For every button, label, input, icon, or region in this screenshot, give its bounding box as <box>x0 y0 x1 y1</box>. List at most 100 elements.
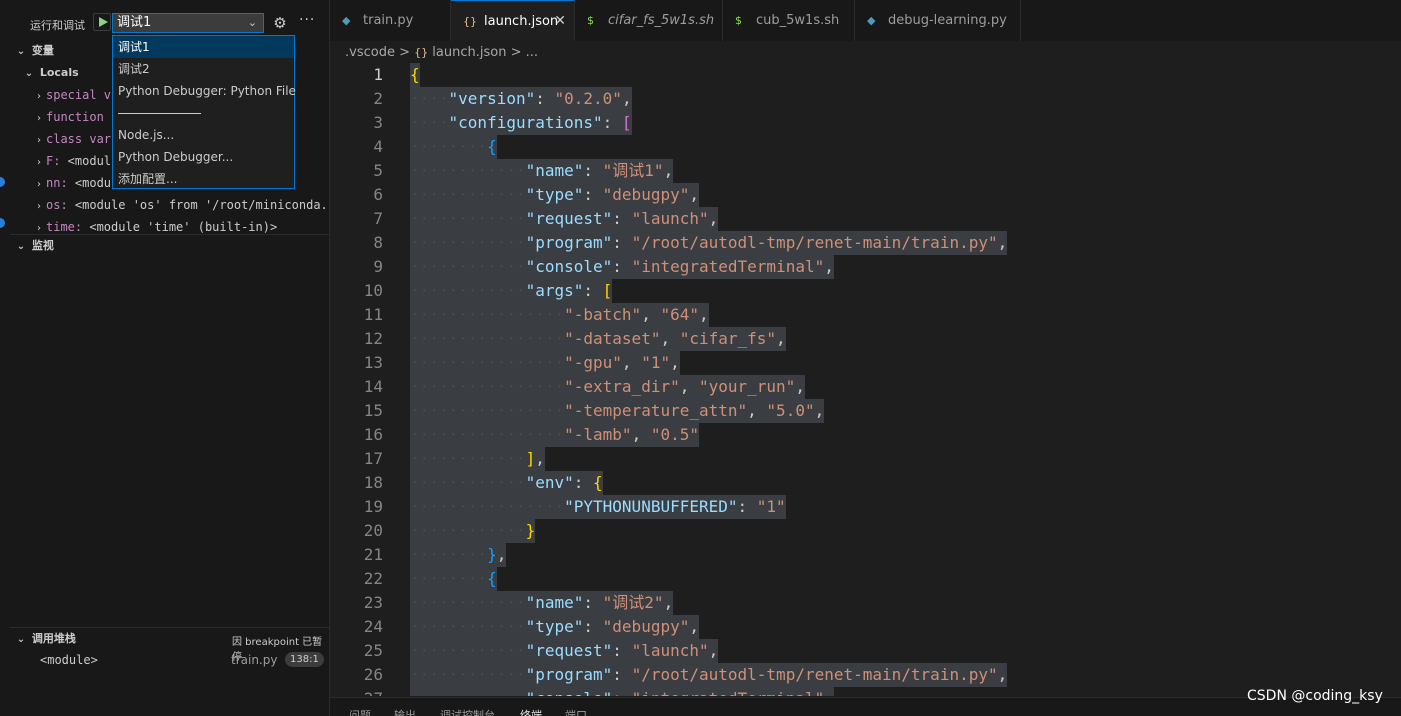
locals-scope[interactable]: ⌄ Locals <box>10 62 79 84</box>
code-line[interactable]: 16 ················"-lamb", "0.5" <box>330 423 1401 447</box>
code-text: ············"type": "debugpy", <box>410 615 699 639</box>
whitespace-marker: ············ <box>410 233 526 252</box>
code-line[interactable]: 1{ <box>330 63 1401 87</box>
breadcrumb-symbol[interactable]: ... <box>526 45 538 60</box>
dropdown-option-debug1[interactable]: 调试1 <box>113 36 294 58</box>
code-line[interactable]: 9 ············"console": "integratedTermi… <box>330 255 1401 279</box>
dropdown-option-debug2[interactable]: 调试2 <box>113 58 294 80</box>
tab-cifar-fs-sh[interactable]: $ cifar_fs_5w1s.sh <box>575 0 723 41</box>
code-token: "name" <box>525 593 584 612</box>
code-line[interactable]: 19 ················"PYTHONUNBUFFERED": "1… <box>330 495 1401 519</box>
code-line[interactable]: 14 ················"-extra_dir", "your_ru… <box>330 375 1401 399</box>
code-line[interactable]: 24 ············"type": "debugpy", <box>330 615 1401 639</box>
dropdown-option-python-file[interactable]: Python Debugger: Python File <box>113 80 296 102</box>
more-actions-icon[interactable]: ··· <box>299 12 315 28</box>
variable-row[interactable]: › os: <module 'os' from '/root/minicondа.… <box>10 194 330 216</box>
tab-debug-learning-py[interactable]: ◆ debug-learning.py <box>855 0 1021 41</box>
panel-tab-debug-console[interactable]: 调试控制台 <box>440 707 495 716</box>
code-token: : <box>612 665 632 684</box>
start-debugging-button[interactable] <box>93 13 111 31</box>
stack-frame-name[interactable]: <module> <box>40 653 98 667</box>
code-line[interactable]: 17 ············], <box>330 447 1401 471</box>
code-token: "-batch" <box>564 305 642 324</box>
variables-section-header[interactable]: ⌄ 变量 <box>10 40 54 62</box>
line-number: 22 <box>363 569 383 588</box>
breadcrumb-folder[interactable]: .vscode <box>345 45 395 60</box>
code-token: , <box>679 377 699 396</box>
code-token: : <box>602 113 622 132</box>
line-number: 24 <box>363 617 383 636</box>
code-token: , <box>641 305 661 324</box>
tab-train-py[interactable]: ◆ train.py <box>330 0 451 41</box>
launch-config-select[interactable]: 调试1 ⌄ <box>112 13 264 33</box>
code-line[interactable]: 18 ············"env": { <box>330 471 1401 495</box>
code-line[interactable]: 3 ····"configurations": [ <box>330 111 1401 135</box>
dropdown-option-add-config[interactable]: 添加配置... <box>113 168 294 190</box>
tab-launch-json[interactable]: {} launch.json ✕ <box>451 0 575 41</box>
code-line[interactable]: 12 ················"-dataset", "cifar_fs"… <box>330 327 1401 351</box>
variable-name: F: <box>46 154 61 168</box>
code-token: "debugpy" <box>602 185 690 204</box>
whitespace-marker: ···· <box>410 113 449 132</box>
code-line[interactable]: 2 ····"version": "0.2.0", <box>330 87 1401 111</box>
variable-value: <module 'time' (built-in)> <box>82 220 278 234</box>
watch-section-header[interactable]: ⌄ 监视 <box>10 235 54 257</box>
code-token: : <box>612 233 632 252</box>
panel-tab-problems[interactable]: 问题 <box>349 707 371 716</box>
code-line[interactable]: 5 ············"name": "调试1", <box>330 159 1401 183</box>
code-line[interactable]: 15 ················"-temperature_attn", "… <box>330 399 1401 423</box>
code-line[interactable]: 26 ············"program": "/root/autodl-t… <box>330 663 1401 687</box>
tab-cub-sh[interactable]: $ cub_5w1s.sh <box>723 0 855 41</box>
code-token: "/root/autodl-tmp/renet-main/train.py" <box>631 233 998 252</box>
code-line[interactable]: 27 ············"console": "integratedTerm… <box>330 687 1401 696</box>
dropdown-option-python-debugger[interactable]: Python Debugger... <box>113 146 294 168</box>
whitespace-marker: ············ <box>410 593 526 612</box>
line-number: 9 <box>373 257 383 276</box>
panel-tab-ports[interactable]: 端口 <box>565 707 587 716</box>
callstack-section-header[interactable]: ⌄ 调用堆栈 <box>10 628 76 650</box>
code-line[interactable]: 21 ········}, <box>330 543 1401 567</box>
activity-badge-icon <box>0 177 5 187</box>
whitespace-marker: ············ <box>410 209 526 228</box>
code-line[interactable]: 8 ············"program": "/root/autodl-tm… <box>330 231 1401 255</box>
code-token: , <box>824 689 834 696</box>
code-line[interactable]: 6 ············"type": "debugpy", <box>330 183 1401 207</box>
code-line[interactable]: 7 ············"request": "launch", <box>330 207 1401 231</box>
code-line[interactable]: 25 ············"request": "launch", <box>330 639 1401 663</box>
whitespace-marker: ········ <box>410 545 488 564</box>
code-token: "/root/autodl-tmp/renet-main/train.py" <box>631 665 998 684</box>
code-token: { <box>487 137 497 156</box>
dropdown-option-nodejs[interactable]: Node.js... <box>113 124 294 146</box>
whitespace-marker: ············ <box>410 641 526 660</box>
whitespace-marker: ················ <box>410 305 565 324</box>
close-icon[interactable]: ✕ <box>554 1 566 42</box>
panel-tab-output[interactable]: 输出 <box>394 707 416 716</box>
code-token: "PYTHONUNBUFFERED" <box>564 497 738 516</box>
code-line[interactable]: 13 ················"-gpu", "1", <box>330 351 1401 375</box>
gear-icon[interactable]: ⚙ <box>271 14 289 32</box>
code-line[interactable]: 20 ············} <box>330 519 1401 543</box>
chevron-right-icon: › <box>37 91 41 102</box>
code-token: : <box>737 497 757 516</box>
stack-frame-file[interactable]: train.py <box>231 653 277 667</box>
code-line[interactable]: 11 ················"-batch", "64", <box>330 303 1401 327</box>
panel-tab-terminal[interactable]: 终端 <box>520 707 542 716</box>
code-token: , <box>747 401 767 420</box>
tab-label: launch.json <box>484 14 559 29</box>
line-number: 12 <box>363 329 383 348</box>
code-token: "integratedTerminal" <box>631 257 825 276</box>
code-line[interactable]: 22 ········{ <box>330 567 1401 591</box>
line-number: 14 <box>363 377 383 396</box>
code-text: ········}, <box>410 543 507 567</box>
code-line[interactable]: 23 ············"name": "调试2", <box>330 591 1401 615</box>
breadcrumb-file[interactable]: launch.json <box>432 45 506 60</box>
tab-label: cifar_fs_5w1s.sh <box>608 13 715 28</box>
line-number: 8 <box>373 233 383 252</box>
code-text: ················"-batch", "64", <box>410 303 709 327</box>
code-line[interactable]: 4 ········{ <box>330 135 1401 159</box>
line-number: 18 <box>363 473 383 492</box>
code-editor[interactable]: 1{2 ····"version": "0.2.0", 3 ····"configur… <box>330 63 1401 696</box>
line-number: 15 <box>363 401 383 420</box>
code-line[interactable]: 10 ············"args": [ <box>330 279 1401 303</box>
code-token: , <box>496 545 507 564</box>
